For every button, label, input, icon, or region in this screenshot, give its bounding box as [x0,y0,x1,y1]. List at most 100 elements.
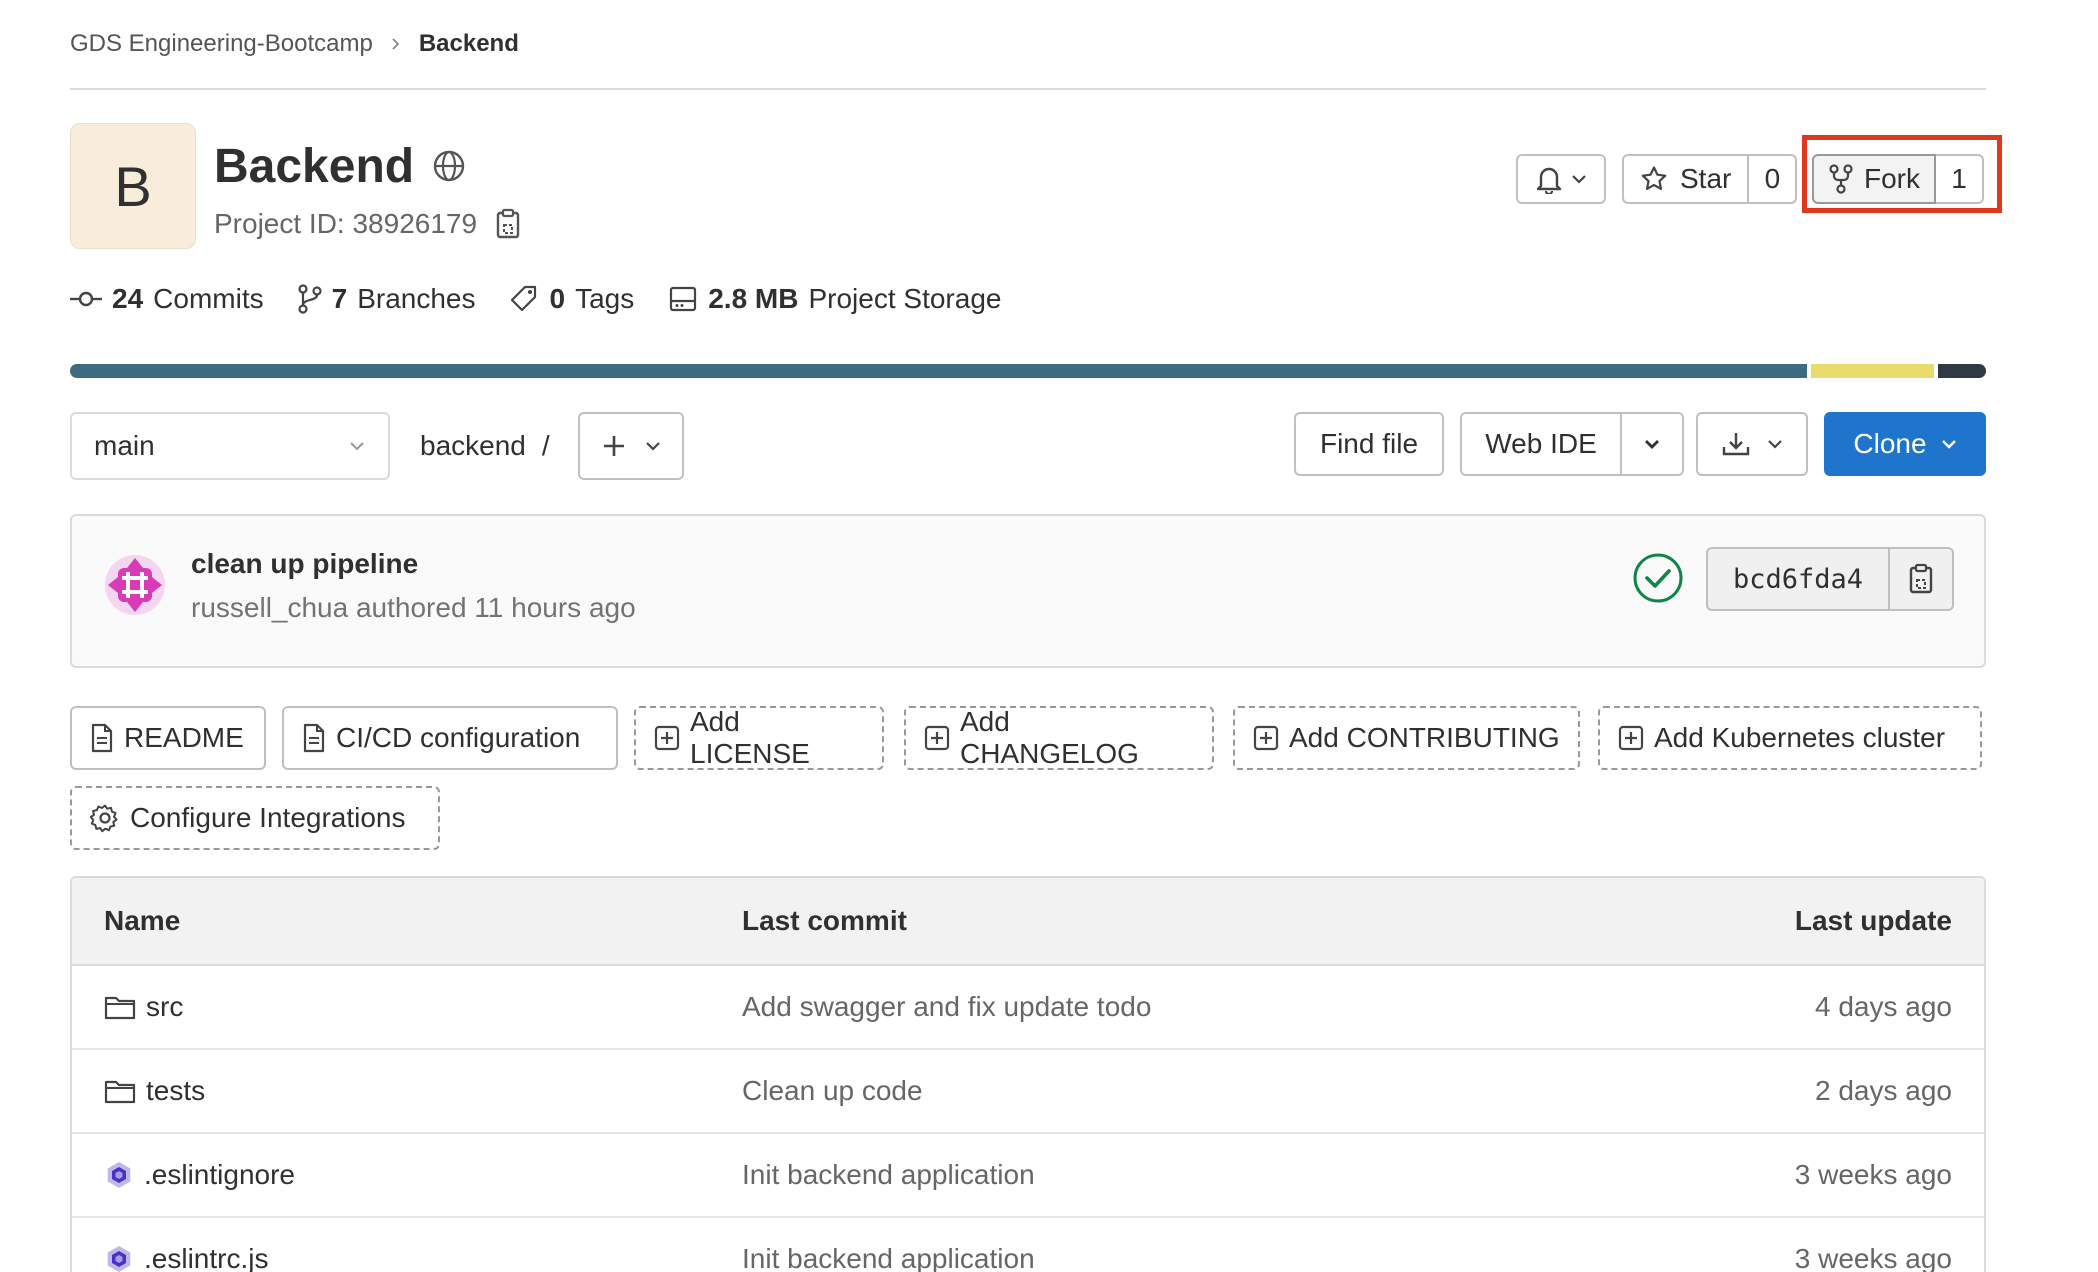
web-ide-dropdown-toggle[interactable] [1622,412,1684,476]
file-icon [90,723,114,753]
commit-sha[interactable]: bcd6fda4 [1706,547,1890,611]
add-to-tree-button[interactable] [578,412,684,480]
project-stats: 24 Commits 7 Branches 0 Tags 2.8 MB Proj… [70,278,1001,320]
star-count[interactable]: 0 [1749,154,1798,204]
chevron-down-icon [1643,438,1661,450]
row-last-update: 3 weeks ago [1794,1243,1952,1272]
column-header-name: Name [104,905,181,936]
commit-title-link[interactable]: clean up pipeline [191,548,418,580]
plus-icon [601,433,627,459]
folder-icon [104,1078,136,1104]
stat-branches-count: 7 [331,283,348,314]
repository-path: backend / [420,412,550,480]
file-icon [302,723,326,753]
row-last-update: 2 days ago [1815,1075,1952,1106]
stat-storage-count: 2.8 MB [708,283,799,314]
file-name-cell[interactable]: .eslintignore [104,1134,295,1216]
star-button[interactable]: Star [1622,154,1750,204]
stat-branches-label: Branches [357,283,476,314]
file-name-cell[interactable]: tests [104,1050,205,1132]
row-commit-message[interactable]: Init backend application [742,1218,1035,1272]
plus-square-icon [924,725,950,751]
stat-tags[interactable]: 0 Tags [509,283,634,315]
language-segment[interactable] [1810,364,1935,378]
star-icon [1640,165,1668,193]
plus-square-icon [1618,725,1644,751]
fork-button-group: Fork 1 [1812,154,1984,204]
repository-languages-bar [70,364,1986,378]
download-button[interactable] [1696,412,1808,476]
branch-selector[interactable]: main [70,412,390,480]
branch-icon [298,284,322,314]
copy-project-id-icon[interactable] [495,208,521,240]
path-root-link[interactable]: backend [420,430,526,462]
file-name: tests [146,1075,206,1106]
table-row[interactable]: tests Clean up code 2 days ago [72,1050,1984,1134]
table-row[interactable]: src Add swagger and fix update todo 4 da… [72,966,1984,1050]
column-header-last-commit: Last commit [742,905,907,936]
chevron-down-icon [1767,438,1783,450]
add-kubernetes-cluster-label: Add Kubernetes cluster [1654,722,1946,753]
configure-integrations-button[interactable]: Configure Integrations [70,786,440,850]
breadcrumb-project-link[interactable]: Backend [419,30,519,58]
chevron-down-icon [348,440,366,452]
add-license-button[interactable]: Add LICENSE [634,706,884,770]
commit-author-meta: russell_chua authored 11 hours ago [191,592,636,623]
row-last-update: 3 weeks ago [1794,1159,1952,1190]
copy-sha-button[interactable] [1890,547,1954,611]
download-icon [1721,430,1751,458]
stat-tags-count: 0 [549,283,566,314]
cicd-configuration-button[interactable]: CI/CD configuration [282,706,618,770]
language-segment[interactable] [1938,364,1986,378]
row-commit-message[interactable]: Clean up code [742,1050,923,1132]
add-contributing-button[interactable]: Add CONTRIBUTING [1233,706,1580,770]
fork-button[interactable]: Fork [1812,154,1936,204]
star-button-group: Star 0 [1622,154,1798,204]
file-name: .eslintrc.js [144,1243,269,1272]
breadcrumb-group-link[interactable]: GDS Engineering-Bootcamp [70,30,373,58]
stat-storage-label: Project Storage [808,283,1002,314]
stat-tags-label: Tags [575,283,635,314]
stat-commits-label: Commits [153,283,264,314]
file-tree-table: Name Last commit Last update src Add swa… [70,876,1986,1272]
table-row[interactable]: .eslintignore Init backend application 3… [72,1134,1984,1218]
table-row[interactable]: .eslintrc.js Init backend application 3 … [72,1218,1984,1272]
commit-icon [70,289,102,309]
find-file-button[interactable]: Find file [1294,412,1444,476]
fork-label: Fork [1864,163,1920,194]
eslint-icon [104,1160,134,1190]
stat-branches[interactable]: 7 Branches [298,283,476,315]
plus-square-icon [1253,725,1279,751]
header-divider [70,88,1986,90]
copy-icon [1908,563,1934,595]
add-kubernetes-cluster-button[interactable]: Add Kubernetes cluster [1598,706,1982,770]
clone-label: Clone [1853,428,1927,459]
stat-commits[interactable]: 24 Commits [70,283,264,315]
notification-settings-button[interactable] [1516,154,1606,204]
star-label: Star [1680,163,1732,194]
row-commit-message[interactable]: Init backend application [742,1134,1035,1216]
column-header-last-update: Last update [1794,905,1952,936]
fork-count[interactable]: 1 [1936,154,1984,204]
web-ide-button[interactable]: Web IDE [1460,412,1622,476]
eslint-icon [104,1244,134,1272]
readme-button[interactable]: README [70,706,266,770]
add-changelog-button[interactable]: Add CHANGELOG [904,706,1214,770]
fork-icon [1828,164,1854,194]
chevron-down-icon [1571,173,1587,185]
row-commit-message[interactable]: Add swagger and fix update todo [742,966,1151,1048]
stat-storage[interactable]: 2.8 MB Project Storage [668,283,1001,315]
path-separator: / [541,430,550,461]
file-name-cell[interactable]: .eslintrc.js [104,1218,268,1272]
author-avatar[interactable] [104,554,166,616]
readme-label: README [124,722,244,753]
project-avatar: B [70,123,196,249]
row-last-update: 4 days ago [1815,991,1952,1022]
language-segment[interactable] [70,364,1807,378]
project-id: Project ID: 38926179 [214,204,521,244]
plus-square-icon [654,725,680,751]
project-name: Backend [214,139,415,193]
pipeline-passed-icon[interactable] [1632,552,1684,604]
clone-button[interactable]: Clone [1824,412,1986,476]
file-name-cell[interactable]: src [104,966,183,1048]
